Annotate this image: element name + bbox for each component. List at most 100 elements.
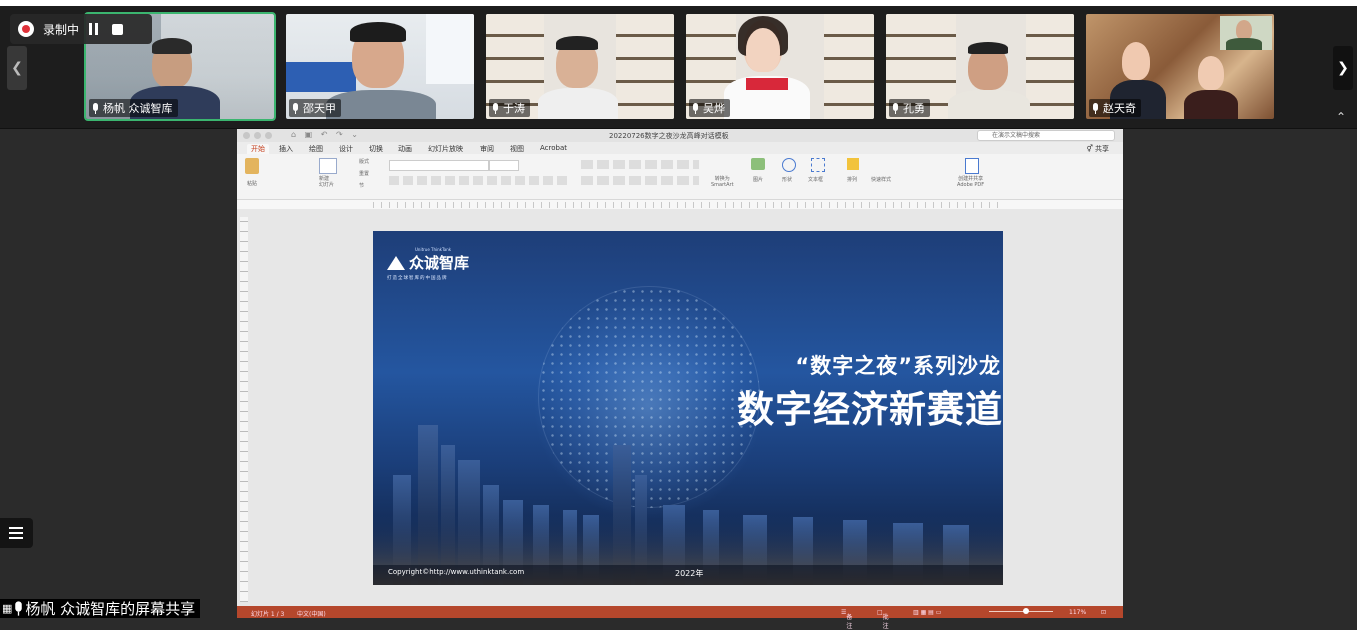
picture-label: 图片: [753, 177, 764, 183]
participant-name-tag: 孔勇: [889, 99, 930, 117]
window-controls[interactable]: [243, 132, 272, 139]
top-band: [0, 0, 1357, 6]
tab-review[interactable]: 审阅: [480, 144, 494, 154]
section-button[interactable]: 节: [359, 182, 364, 189]
microphone-icon: [14, 601, 23, 616]
stop-recording-icon[interactable]: [112, 23, 124, 35]
document-title: 20220726数字之夜沙龙高峰对话模板: [609, 132, 729, 140]
tab-slideshow[interactable]: 幻灯片放映: [428, 144, 463, 154]
collapse-chevron-icon[interactable]: ⌃: [1336, 110, 1346, 124]
layout-button[interactable]: 版式: [359, 158, 369, 165]
paste-label: 粘贴: [247, 181, 258, 187]
picture-icon[interactable]: [751, 158, 765, 170]
notes-button[interactable]: ☰ 备注: [841, 609, 852, 630]
shapes-icon[interactable]: [782, 158, 796, 172]
tab-transitions[interactable]: 切换: [369, 144, 383, 154]
slide-footer: Copyright©http://www.uthinktank.com 2022…: [373, 565, 1003, 585]
next-page-arrow-icon[interactable]: ❯: [1333, 46, 1353, 90]
participant-strip: ❮ ❯ ⌃ 杨帆 众诚智库 邵天甲 于涛 吴烨 孔勇 赵天奇 录制中: [0, 0, 1357, 129]
share-label: 共享: [1095, 145, 1109, 153]
new-slide-icon[interactable]: [319, 158, 337, 174]
microphone-icon: [92, 102, 99, 114]
alignment-buttons[interactable]: [581, 176, 699, 185]
view-buttons[interactable]: ▥ ▦ ▤ ▭: [913, 609, 941, 616]
participant-name-tag: 赵天奇: [1089, 99, 1141, 117]
font-format-buttons[interactable]: [389, 176, 569, 185]
video-tile[interactable]: 邵天甲: [286, 14, 474, 119]
tab-acrobat[interactable]: Acrobat: [540, 144, 567, 152]
microphone-muted-icon: [492, 102, 499, 114]
fit-slide-icon[interactable]: ⊡: [1101, 609, 1106, 616]
recording-indicator: 录制中: [10, 14, 152, 44]
recording-label: 录制中: [43, 22, 80, 37]
slide-headline: 数字经济新赛道: [737, 388, 1003, 431]
ribbon-toolbar: 粘贴 新建 幻灯片 版式 重置 节 转换为 SmartArt 图片 形状 文本框…: [237, 154, 1123, 200]
tab-insert[interactable]: 插入: [279, 144, 293, 154]
screen-share-icon: ▦: [2, 602, 13, 615]
pause-recording-icon[interactable]: [89, 23, 99, 35]
slide-subtitle: “数字之夜”系列沙龙: [795, 354, 1001, 378]
tab-design[interactable]: 设计: [339, 144, 353, 154]
participant-name: 赵天奇: [1103, 102, 1136, 115]
font-family-select[interactable]: [389, 160, 489, 171]
paragraph-buttons[interactable]: [581, 160, 699, 169]
record-icon: [18, 21, 34, 37]
font-size-select[interactable]: [489, 160, 519, 171]
notes-label: 备注: [846, 614, 853, 630]
zoom-slider[interactable]: [989, 611, 1053, 612]
vertical-ruler: [240, 217, 248, 602]
video-tile[interactable]: 赵天奇: [1086, 14, 1274, 119]
quick-access-toolbar[interactable]: ⌂ ▣ ↶ ↷ ⌄: [291, 130, 361, 139]
comments-label: 批注: [882, 614, 889, 630]
language-status: 中文(中国): [297, 611, 326, 618]
screen-share-label: ▦ 杨帆 众诚智库的屏幕共享: [0, 599, 201, 618]
video-tile[interactable]: 孔勇: [886, 14, 1074, 119]
shapes-label: 形状: [782, 177, 793, 183]
tab-animations[interactable]: 动画: [398, 144, 412, 154]
reset-button[interactable]: 重置: [359, 170, 369, 177]
slide-count: 幻灯片 1 / 3: [251, 611, 285, 618]
microphone-icon: [892, 102, 899, 114]
logo-triangle-icon: [387, 255, 405, 270]
participant-name: 于涛: [503, 102, 525, 115]
convert-smartart-button[interactable]: 转换为 SmartArt: [711, 176, 734, 188]
participant-name-tag: 杨帆 众诚智库: [89, 99, 178, 117]
share-button[interactable]: ⚥ 共享: [1086, 144, 1109, 154]
participant-name-tag: 邵天甲: [289, 99, 341, 117]
microphone-icon: [1092, 102, 1099, 114]
slide-logo: Unitrue ThinkTank 众诚智库 打造全球智库的中国品牌: [387, 247, 469, 281]
paste-icon[interactable]: [245, 158, 259, 174]
new-slide-label: 新建 幻灯片: [319, 176, 335, 188]
arrange-icon[interactable]: [847, 158, 859, 170]
zoom-level: 117%: [1069, 609, 1087, 616]
textbox-icon[interactable]: [811, 158, 825, 172]
slide-copyright: Copyright©http://www.uthinktank.com: [388, 568, 525, 576]
prev-page-arrow-icon[interactable]: ❮: [7, 46, 27, 90]
logo-mark: 众诚智库: [387, 252, 469, 273]
quick-styles-button[interactable]: 快速样式: [871, 176, 891, 183]
zoom-slider-handle[interactable]: [1023, 608, 1029, 614]
microphone-icon: [292, 102, 299, 114]
tab-view[interactable]: 视图: [510, 144, 524, 154]
presentation-slide: Unitrue ThinkTank 众诚智库 打造全球智库的中国品牌 “数字之夜…: [373, 231, 1003, 585]
logo-chinese: 众诚智库: [409, 254, 470, 272]
logo-slogan: 打造全球智库的中国品牌: [387, 276, 448, 281]
textbox-label: 文本框: [808, 177, 824, 183]
list-menu-icon[interactable]: [0, 518, 33, 548]
tab-draw[interactable]: 绘图: [309, 144, 323, 154]
participant-name: 吴烨: [703, 102, 725, 115]
comments-button[interactable]: □ 批注: [877, 609, 889, 630]
video-tile[interactable]: 吴烨: [686, 14, 874, 119]
participant-name: 杨帆 众诚智库: [103, 102, 173, 115]
arrange-label: 排列: [847, 177, 858, 183]
participant-name-tag: 吴烨: [689, 99, 730, 117]
slide-year: 2022年: [675, 569, 704, 578]
search-document-input[interactable]: 在演示文稿中搜索: [977, 130, 1115, 141]
tab-home[interactable]: 开始: [247, 144, 269, 154]
ribbon-tabs: 开始 插入 绘图 设计 切换 动画 幻灯片放映 审阅 视图 Acrobat ⚥ …: [237, 142, 1123, 154]
participant-name: 邵天甲: [303, 102, 336, 115]
screen-share-text: 杨帆 众诚智库的屏幕共享: [25, 600, 196, 618]
microphone-muted-icon: [692, 102, 699, 114]
create-pdf-icon[interactable]: [965, 158, 979, 174]
video-tile[interactable]: 于涛: [486, 14, 674, 119]
